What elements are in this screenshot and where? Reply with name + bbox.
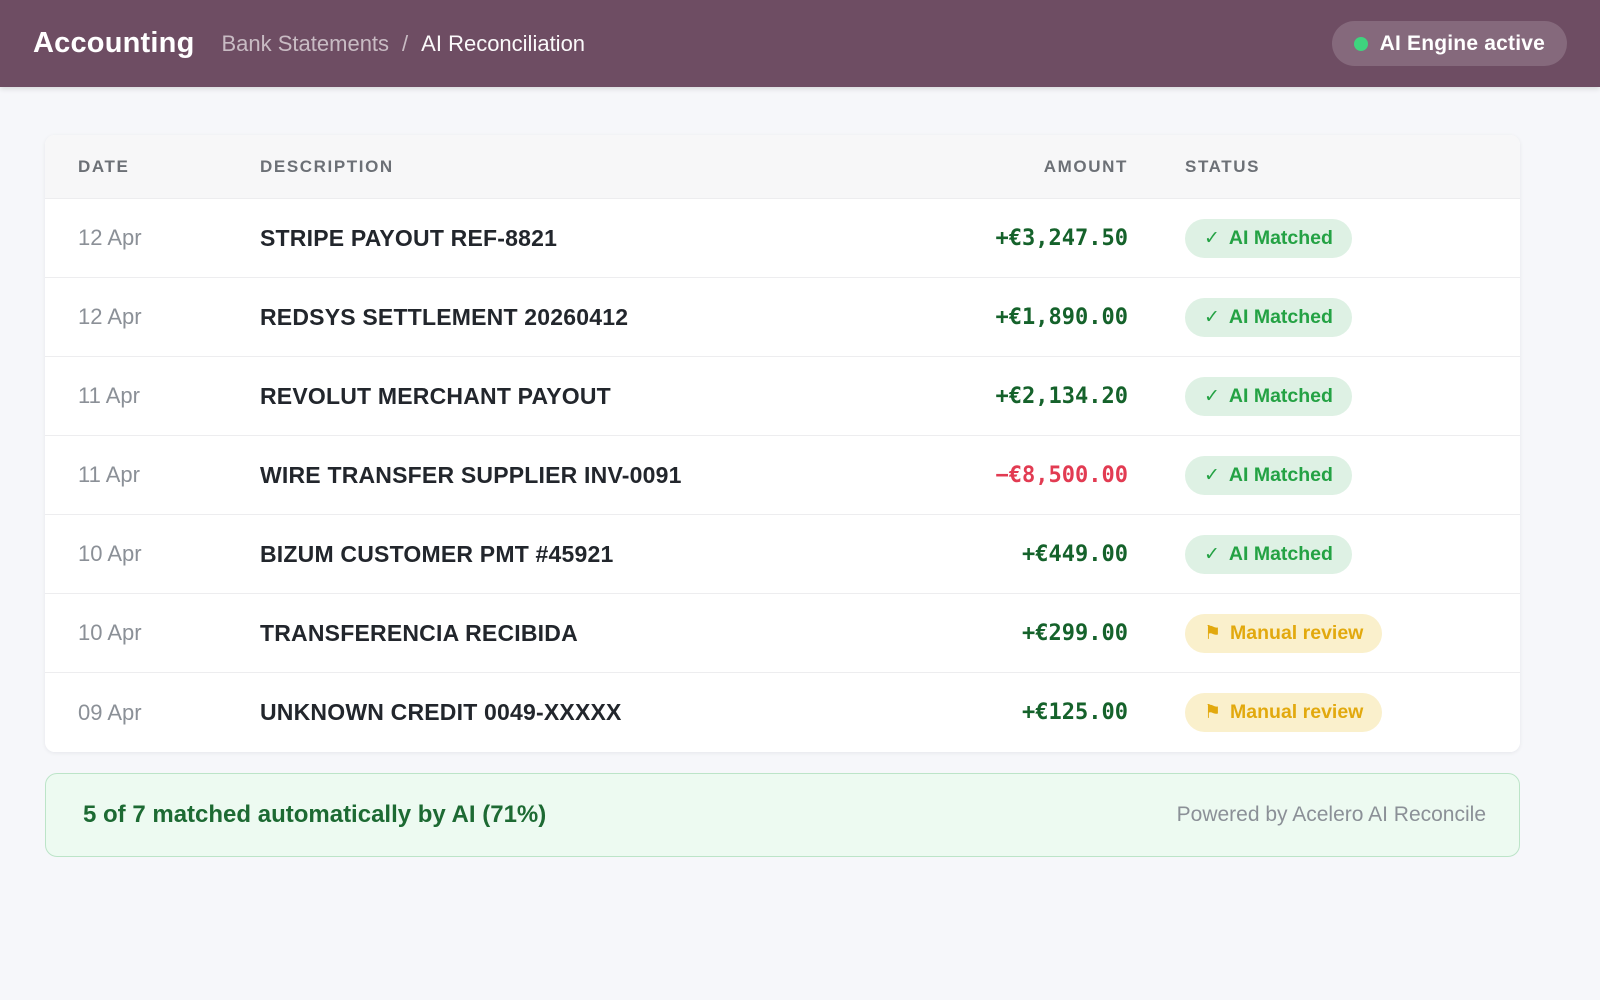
transaction-status-cell: ✓ AI Matched: [1128, 535, 1520, 574]
transaction-date: 11 Apr: [78, 462, 260, 488]
transaction-amount: +€3,247.50: [900, 226, 1128, 251]
table-row[interactable]: 10 AprBIZUM CUSTOMER PMT #45921+€449.00 ✓…: [45, 515, 1520, 594]
transaction-amount: +€1,890.00: [900, 305, 1128, 330]
transaction-date: 10 Apr: [78, 541, 260, 567]
transaction-description: UNKNOWN CREDIT 0049-XXXXX: [260, 699, 900, 726]
transaction-amount: +€449.00: [900, 542, 1128, 567]
transaction-status-cell: ✓ AI Matched: [1128, 377, 1520, 416]
transaction-amount: −€8,500.00: [900, 463, 1128, 488]
column-header-status: STATUS: [1128, 157, 1520, 177]
transaction-date: 11 Apr: [78, 383, 260, 409]
table-header-row: DATE DESCRIPTION AMOUNT STATUS: [45, 135, 1520, 199]
summary-matched-stat: 5 of 7 matched automatically by AI (71%): [83, 801, 546, 829]
transaction-amount: +€299.00: [900, 621, 1128, 646]
transaction-status-cell: ⚑ Manual review: [1128, 693, 1520, 732]
status-badge-label: Manual review: [1230, 622, 1363, 645]
transactions-body: 12 AprSTRIPE PAYOUT REF-8821+€3,247.50✓A…: [45, 199, 1520, 752]
table-row[interactable]: 11 AprWIRE TRANSFER SUPPLIER INV-0091−€8…: [45, 436, 1520, 515]
breadcrumb-current: AI Reconciliation: [421, 31, 585, 57]
transaction-description: TRANSFERENCIA RECIBIDA: [260, 620, 900, 647]
transaction-date: 12 Apr: [78, 304, 260, 330]
transaction-status-cell: ⚑ Manual review: [1128, 614, 1520, 653]
check-icon: ✓: [1204, 466, 1220, 485]
breadcrumb: Bank Statements / AI Reconciliation: [222, 31, 586, 57]
table-row[interactable]: 10 AprTRANSFERENCIA RECIBIDA+€299.00 ⚑ Man…: [45, 594, 1520, 673]
status-badge: ✓ AI Matched: [1185, 219, 1352, 258]
transaction-date: 09 Apr: [78, 700, 260, 726]
transaction-status-cell: ✓ AI Matched: [1128, 219, 1520, 258]
table-row[interactable]: 09 AprUNKNOWN CREDIT 0049-XXXXX+€125.00 ⚑…: [45, 673, 1520, 752]
check-icon: ✓: [1204, 545, 1220, 564]
status-badge-label: AI Matched: [1229, 385, 1333, 408]
status-badge-label: Manual review: [1230, 701, 1363, 724]
flag-icon: ⚑: [1204, 624, 1221, 643]
transaction-amount: +€125.00: [900, 700, 1128, 725]
transaction-date: 12 Apr: [78, 225, 260, 251]
transaction-status-cell: ✓ AI Matched: [1128, 298, 1520, 337]
ai-engine-status-badge: AI Engine active: [1332, 21, 1567, 66]
status-badge: ✓ AI Matched: [1185, 456, 1352, 495]
transaction-date: 10 Apr: [78, 620, 260, 646]
app-title: Accounting: [33, 27, 195, 60]
transaction-description: WIRE TRANSFER SUPPLIER INV-0091: [260, 462, 900, 489]
breadcrumb-separator: /: [402, 31, 408, 57]
status-badge: ✓ AI Matched: [1185, 535, 1352, 574]
top-bar: Accounting Bank Statements / AI Reconcil…: [0, 0, 1600, 87]
transaction-description: REVOLUT MERCHANT PAYOUT: [260, 383, 900, 410]
table-row[interactable]: 12 AprSTRIPE PAYOUT REF-8821+€3,247.50 ✓ A…: [45, 199, 1520, 278]
transaction-description: STRIPE PAYOUT REF-8821: [260, 225, 900, 252]
check-icon: ✓: [1204, 387, 1220, 406]
powered-by-label: Powered by Acelero AI Reconcile: [1177, 803, 1486, 827]
status-badge: ⚑ Manual review: [1185, 614, 1382, 653]
ai-engine-status-label: AI Engine active: [1380, 32, 1545, 56]
status-badge-label: AI Matched: [1229, 543, 1333, 566]
status-badge: ✓ AI Matched: [1185, 377, 1352, 416]
check-icon: ✓: [1204, 308, 1220, 327]
status-dot-icon: [1354, 37, 1368, 51]
transaction-description: BIZUM CUSTOMER PMT #45921: [260, 541, 900, 568]
flag-icon: ⚑: [1204, 703, 1221, 722]
table-row[interactable]: 12 AprREDSYS SETTLEMENT 20260412+€1,890.…: [45, 278, 1520, 357]
check-icon: ✓: [1204, 229, 1220, 248]
reconciliation-summary-bar: 5 of 7 matched automatically by AI (71%)…: [45, 773, 1520, 857]
status-badge-label: AI Matched: [1229, 306, 1333, 329]
transaction-description: REDSYS SETTLEMENT 20260412: [260, 304, 900, 331]
breadcrumb-parent[interactable]: Bank Statements: [222, 31, 390, 57]
status-badge: ⚑ Manual review: [1185, 693, 1382, 732]
status-badge-label: AI Matched: [1229, 227, 1333, 250]
column-header-amount: AMOUNT: [900, 157, 1128, 177]
status-badge: ✓ AI Matched: [1185, 298, 1352, 337]
table-row[interactable]: 11 AprREVOLUT MERCHANT PAYOUT+€2,134.20 ✓…: [45, 357, 1520, 436]
status-badge-label: AI Matched: [1229, 464, 1333, 487]
transaction-status-cell: ✓ AI Matched: [1128, 456, 1520, 495]
column-header-description: DESCRIPTION: [260, 157, 900, 177]
column-header-date: DATE: [78, 157, 260, 177]
transaction-amount: +€2,134.20: [900, 384, 1128, 409]
transactions-table: DATE DESCRIPTION AMOUNT STATUS 12 AprSTR…: [45, 135, 1520, 752]
